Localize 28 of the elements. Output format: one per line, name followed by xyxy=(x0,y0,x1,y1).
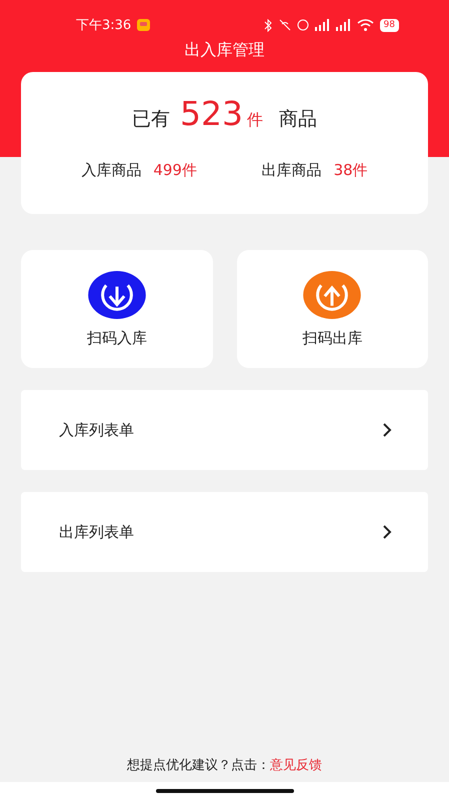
alarm-icon xyxy=(296,19,309,31)
stat-label: 入库商品 xyxy=(81,161,142,180)
stat-label: 出库商品 xyxy=(262,161,322,180)
stat-value: 38件 xyxy=(334,161,368,180)
battery-indicator: 98 xyxy=(380,18,399,32)
download-icon xyxy=(88,270,146,318)
list-row[interactable]: 出库列表单 xyxy=(21,492,428,572)
count-unit: 件 xyxy=(247,110,263,131)
feedback-link[interactable]: 意见反馈 xyxy=(270,758,322,773)
chevron-right-icon xyxy=(382,423,392,437)
summary-label: 已有 xyxy=(132,107,170,132)
stat-value: 499件 xyxy=(153,161,197,180)
signal-icon xyxy=(336,19,351,31)
signal-icon xyxy=(314,19,330,31)
upload-icon xyxy=(303,270,362,318)
page-title: 出入库管理 xyxy=(184,40,264,61)
app-notification-icon xyxy=(137,19,150,31)
scan-action-card[interactable]: 扫码出库 xyxy=(236,250,428,368)
status-time: 下午3:36 xyxy=(76,17,132,34)
home-indicator[interactable] xyxy=(156,788,294,792)
wifi-icon xyxy=(356,19,374,31)
total-count: 523 xyxy=(180,94,243,133)
scan-action-card[interactable]: 扫码入库 xyxy=(21,250,212,368)
chevron-right-icon xyxy=(382,525,392,539)
bluetooth-icon xyxy=(264,18,273,32)
feedback-prompt: 想提点优化建议？点击： xyxy=(127,758,270,773)
list-row[interactable]: 入库列表单 xyxy=(21,390,428,470)
summary-label: 商品 xyxy=(279,107,317,132)
